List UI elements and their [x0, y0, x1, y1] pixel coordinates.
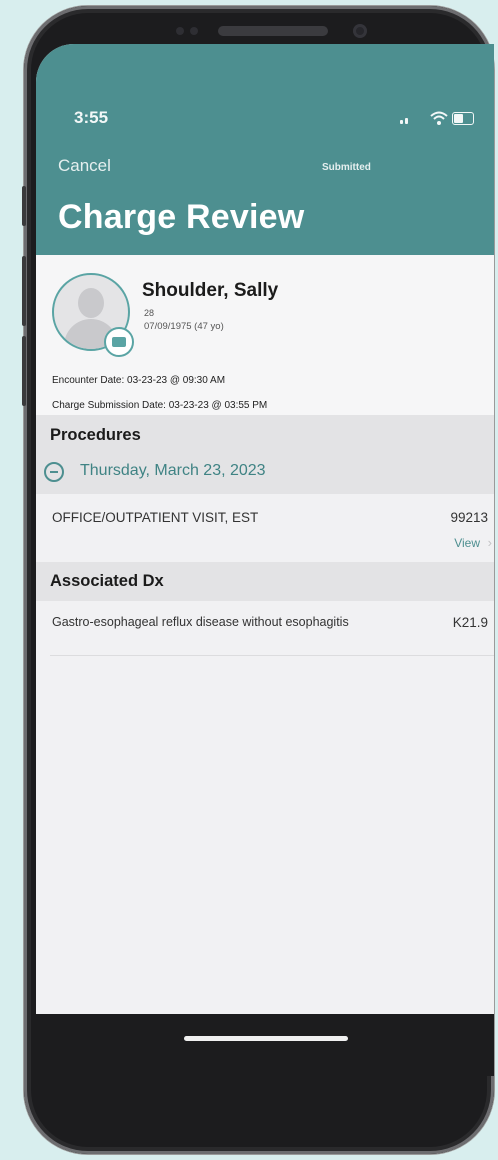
front-camera-icon — [353, 24, 367, 38]
id-card-icon[interactable] — [104, 327, 134, 357]
procedure-date-group[interactable]: Thursday, March 23, 2023 — [36, 456, 494, 494]
diagnosis-name: Gastro-esophageal reflux disease without… — [52, 615, 349, 629]
status-icons — [400, 110, 474, 126]
mute-switch — [22, 186, 26, 226]
procedure-row[interactable]: OFFICE/OUTPATIENT VISIT, EST 99213 View … — [50, 494, 494, 563]
procedures-label: Procedures — [50, 426, 141, 444]
view-link[interactable]: View — [454, 536, 480, 550]
procedure-date: Thursday, March 23, 2023 — [80, 462, 266, 479]
patient-dob: 07/09/1975 (47 yo) — [144, 321, 224, 332]
app-header: 3:55 Cancel Submitted Charge Review — [36, 44, 494, 255]
speaker-grille — [218, 26, 328, 36]
home-bar-area — [36, 1014, 494, 1076]
procedure-name: OFFICE/OUTPATIENT VISIT, EST — [52, 510, 259, 525]
battery-icon — [452, 112, 474, 125]
signal-icon — [400, 120, 403, 124]
signal-icon — [405, 118, 408, 124]
associated-dx-label: Associated Dx — [50, 572, 164, 590]
encounter-date: Encounter Date: 03-23-23 @ 09:30 AM — [52, 375, 226, 386]
diagnosis-row[interactable]: Gastro-esophageal reflux disease without… — [50, 601, 494, 656]
diagnosis-code: K21.9 — [452, 615, 488, 630]
charge-submission-date: Charge Submission Date: 03-23-23 @ 03:55… — [52, 400, 268, 411]
sensor-icon — [176, 27, 184, 35]
collapse-minus-icon[interactable] — [44, 462, 64, 482]
volume-up-button — [22, 256, 26, 326]
cancel-button[interactable]: Cancel — [58, 156, 111, 176]
chevron-right-icon: › — [487, 535, 492, 550]
status-time: 3:55 — [74, 108, 109, 127]
procedure-code: 99213 — [450, 510, 488, 525]
person-icon — [78, 288, 104, 318]
patient-name: Shoulder, Sally — [142, 280, 279, 301]
wifi-icon — [430, 111, 448, 125]
home-indicator[interactable] — [184, 1036, 348, 1041]
submission-status: Submitted — [322, 162, 371, 173]
procedures-section-header: Procedures — [36, 415, 494, 456]
associated-dx-section-header: Associated Dx — [36, 562, 494, 601]
patient-info-card: Shoulder, Sally 28 07/09/1975 (47 yo) En… — [36, 255, 494, 415]
sensor-icon — [190, 27, 198, 35]
patient-age: 28 — [144, 308, 155, 318]
page-title: Charge Review — [58, 198, 305, 236]
app-screen: 3:55 Cancel Submitted Charge Review Shou… — [36, 44, 494, 1076]
volume-down-button — [22, 336, 26, 406]
